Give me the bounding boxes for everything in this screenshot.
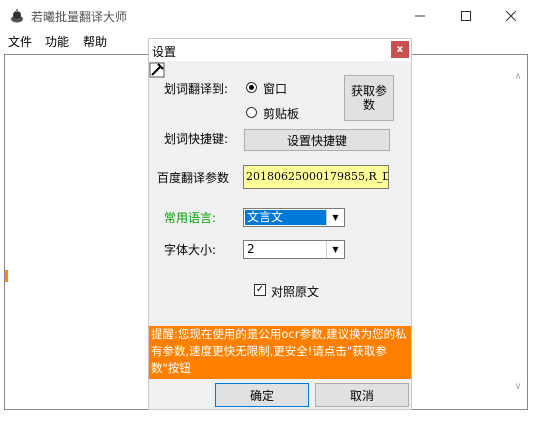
hotkey-label: 划词快捷键: [164,132,229,146]
baidu-params-input[interactable]: 20180625000179855,R_D7d: [243,165,389,189]
selection-marker [5,270,8,282]
baidu-params-label: 百度翻译参数 [157,171,230,185]
ok-button[interactable]: 确定 [215,383,309,407]
menu-file[interactable]: 文件 [8,33,32,50]
radio-window-label[interactable]: 窗口 [263,80,287,97]
get-params-button[interactable]: 获取参数 [344,75,394,121]
font-size-select[interactable]: 2 ▼ [243,240,345,259]
dialog-title-bar: 设置 x [149,39,411,61]
translate-to-label: 划词翻译到: [164,82,229,96]
chevron-down-icon[interactable]: ▼ [326,209,344,226]
maximize-icon [461,10,471,21]
vertical-scrollbar[interactable]: ∧ ∨ [510,55,527,409]
settings-dialog: 设置 x 划词翻译到: 窗口 剪贴板 获取参数 划词快捷键: 设置快捷键 百度翻… [148,38,412,410]
title-bar: 若曦批量翻译大师 [0,0,534,31]
scroll-down-icon[interactable]: ∨ [512,381,524,393]
close-button[interactable] [488,0,534,31]
minimize-icon [415,15,425,16]
window-title: 若曦批量翻译大师 [31,10,128,24]
close-icon [506,10,516,21]
ocr-warning-message: 提醒:您现在使用的是公用ocr参数,建议换为您的私有参数,速度更快无限制,更安全… [149,326,411,379]
minimize-button[interactable] [397,0,443,31]
language-select-value: 文言文 [245,210,327,225]
radio-clipboard-label[interactable]: 剪贴板 [263,105,299,122]
radio-clipboard[interactable] [246,107,257,118]
menu-function[interactable]: 功能 [45,33,69,50]
dialog-close-button[interactable]: x [391,41,409,58]
compare-original-checkbox[interactable]: ✓ [254,284,266,296]
chevron-down-icon[interactable]: ▼ [326,241,344,258]
pin-icon[interactable] [149,62,165,78]
cancel-button[interactable]: 取消 [315,383,409,407]
menu-help[interactable]: 帮助 [83,33,107,50]
maximize-button[interactable] [443,0,489,31]
set-hotkey-button[interactable]: 设置快捷键 [244,129,390,151]
language-select[interactable]: 文言文 ▼ [243,208,345,227]
compare-original-label[interactable]: 对照原文 [271,283,319,300]
font-size-select-value: 2 [247,242,255,256]
dialog-title: 设置 [152,45,177,59]
app-icon [11,9,23,23]
font-size-label: 字体大小: [164,243,217,257]
language-label: 常用语言: [164,211,217,225]
radio-window[interactable] [246,82,257,93]
scroll-up-icon[interactable]: ∧ [512,71,524,83]
